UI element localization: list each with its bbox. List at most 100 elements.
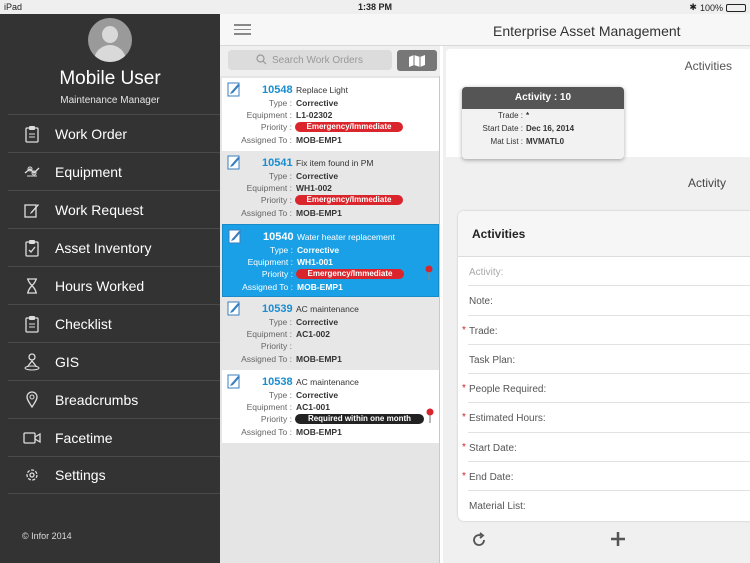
- work-order-equipment: L1-02302: [296, 110, 333, 120]
- people-required-field[interactable]: * People Required:: [462, 374, 750, 404]
- field-label: People Required:: [469, 384, 547, 396]
- status-bar: iPad 1:38 PM ✱ 100%: [0, 0, 750, 14]
- start-date-field[interactable]: * Start Date:: [462, 433, 750, 463]
- work-order-doc-icon: [227, 374, 240, 389]
- map-pin-icon[interactable]: [425, 408, 435, 424]
- field-label: Type :: [268, 98, 292, 108]
- end-date-field[interactable]: * End Date:: [462, 462, 750, 492]
- sidebar-item-label: GIS: [55, 353, 80, 370]
- work-order-description: AC maintenance: [296, 304, 359, 314]
- sidebar-nav: Work Order Equipment Work Request Asset …: [0, 114, 220, 494]
- estimated-hours-field[interactable]: * Estimated Hours:: [462, 403, 750, 433]
- map-pin-icon[interactable]: [424, 265, 434, 281]
- hamburger-menu-icon[interactable]: [234, 24, 251, 35]
- sidebar-item-work-request[interactable]: Work Request: [8, 190, 220, 228]
- work-order-doc-icon: [227, 82, 240, 97]
- card-label: Start Date :: [482, 124, 523, 133]
- field-label: Assigned To :: [241, 208, 292, 218]
- sidebar-item-breadcrumbs[interactable]: Breadcrumbs: [8, 380, 220, 418]
- note-field[interactable]: Note:: [468, 286, 750, 316]
- trade-field[interactable]: * Trade:: [462, 316, 750, 345]
- field-label: Assigned To :: [242, 282, 293, 292]
- sidebar-item-hours-worked[interactable]: Hours Worked: [8, 266, 220, 304]
- field-label: Assigned To :: [241, 427, 292, 437]
- activity-field[interactable]: Activity:: [468, 257, 750, 287]
- search-icon: [256, 54, 267, 65]
- bluetooth-icon: ✱: [689, 2, 697, 12]
- table-row[interactable]: 10541 Fix item found in PM Type : Correc…: [222, 151, 439, 224]
- activity-summary-area: Activities Activity : 10 Trade : * Start …: [446, 49, 750, 159]
- work-order-list-panel: Search Work Orders 10548 Replace Light T…: [220, 46, 440, 563]
- sidebar-item-checklist[interactable]: Checklist: [8, 304, 220, 342]
- activities-form: Activities Activity: Note: * Trade: Task …: [458, 211, 750, 521]
- sidebar-item-facetime[interactable]: Facetime: [8, 418, 220, 456]
- work-order-description: AC maintenance: [296, 377, 359, 387]
- card-mat-value: MVMATL0: [526, 137, 565, 146]
- table-row[interactable]: 10538 AC maintenance Type : Corrective E…: [222, 370, 439, 443]
- sidebar-item-label: Breadcrumbs: [55, 391, 139, 408]
- gear-icon: [22, 465, 42, 485]
- clock: 1:38 PM: [357, 2, 392, 12]
- field-label: Material List:: [469, 501, 526, 513]
- form-title: Activities: [458, 211, 750, 257]
- field-label: Assigned To :: [241, 135, 292, 145]
- priority-badge: Emergency/Immediate: [295, 122, 403, 132]
- map-button[interactable]: [397, 50, 437, 71]
- work-order-description: Water heater replacement: [297, 232, 395, 242]
- material-list-field[interactable]: Material List:: [468, 491, 750, 520]
- refresh-icon[interactable]: [471, 532, 487, 548]
- field-label: Priority :: [261, 269, 293, 279]
- sidebar-item-gis[interactable]: GIS: [8, 342, 220, 380]
- required-marker: *: [462, 412, 466, 424]
- list-toolbar: Search Work Orders: [220, 46, 440, 76]
- table-row[interactable]: 10548 Replace Light Type : Corrective Eq…: [222, 78, 439, 151]
- field-label: Priority :: [260, 122, 292, 132]
- work-order-assigned: MOB-EMP1: [296, 208, 342, 218]
- work-order-equipment: AC1-002: [296, 329, 331, 339]
- sidebar-item-label: Equipment: [55, 163, 122, 180]
- sidebar-item-label: Asset Inventory: [55, 239, 152, 256]
- required-marker: *: [462, 471, 466, 483]
- work-order-equipment: WH1-001: [297, 257, 333, 267]
- field-label: Equipment :: [246, 402, 292, 412]
- location-pin-icon: [22, 390, 42, 410]
- clipboard-icon: [22, 124, 42, 144]
- field-label: Type :: [268, 390, 292, 400]
- avatar[interactable]: [88, 18, 132, 62]
- checklist-icon: [22, 314, 42, 334]
- work-order-equipment: AC1-001: [296, 402, 331, 412]
- required-marker: *: [462, 383, 466, 395]
- section-label-activity: Activity: [687, 176, 726, 190]
- work-order-description: Fix item found in PM: [296, 158, 374, 168]
- field-label: Type :: [269, 245, 293, 255]
- sidebar-item-equipment[interactable]: Equipment: [8, 152, 220, 190]
- work-order-number: 10541: [262, 157, 293, 169]
- field-label: Trade:: [469, 325, 498, 337]
- work-order-description: Replace Light: [296, 85, 348, 95]
- field-label: Equipment :: [246, 329, 292, 339]
- task-plan-field[interactable]: Task Plan:: [468, 345, 750, 375]
- table-row-selected[interactable]: 10540 Water heater replacement Type : Co…: [222, 224, 439, 297]
- sidebar: Mobile User Maintenance Manager Work Ord…: [0, 14, 220, 563]
- work-order-type: Corrective: [297, 245, 340, 255]
- field-label: Equipment :: [247, 257, 293, 267]
- card-label: Trade :: [497, 111, 523, 120]
- sidebar-item-settings[interactable]: Settings: [8, 456, 220, 494]
- search-input[interactable]: Search Work Orders: [228, 50, 392, 70]
- activity-card[interactable]: Activity : 10 Trade : * Start Date : Dec 1…: [462, 87, 624, 159]
- field-label: Activity:: [469, 267, 504, 278]
- sidebar-item-asset-inventory[interactable]: Asset Inventory: [8, 228, 220, 266]
- tab-activities[interactable]: Activities: [685, 59, 732, 73]
- field-label: Estimated Hours:: [469, 413, 546, 425]
- field-label: Equipment :: [246, 110, 292, 120]
- sidebar-item-label: Hours Worked: [55, 277, 145, 294]
- field-label: Priority :: [260, 195, 292, 205]
- priority-badge: Emergency/Immediate: [296, 269, 404, 279]
- work-order-assigned: MOB-EMP1: [296, 354, 342, 364]
- work-order-number: 10539: [262, 303, 293, 315]
- work-order-assigned: MOB-EMP1: [296, 427, 342, 437]
- table-row[interactable]: 10539 AC maintenance Type : Corrective E…: [222, 297, 439, 370]
- add-icon[interactable]: [609, 530, 627, 548]
- sidebar-item-work-order[interactable]: Work Order: [8, 114, 220, 152]
- edit-icon: [22, 200, 42, 220]
